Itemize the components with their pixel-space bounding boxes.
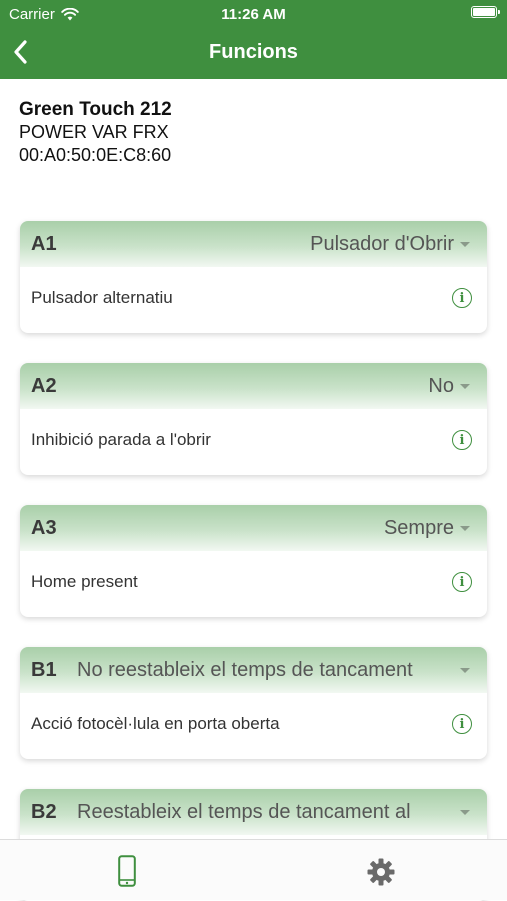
function-selector-a2[interactable]: A2 No (20, 363, 487, 409)
function-selector-b2[interactable]: B2 Reestableix el temps de tancament al (20, 789, 487, 835)
function-selector-b1[interactable]: B1 No reestableix el temps de tancament (20, 647, 487, 693)
smartphone-icon (118, 855, 136, 887)
function-value: Reestableix el temps de tancament al (77, 800, 411, 823)
function-body: Home present i (20, 561, 487, 603)
dropdown-caret-icon (460, 383, 470, 389)
battery-icon (471, 6, 500, 18)
tab-bar (0, 839, 507, 900)
function-body: Acció fotocèl·lula en porta oberta i (20, 703, 487, 745)
dropdown-caret-icon (460, 809, 470, 815)
function-code: A3 (31, 516, 57, 539)
function-value: Pulsador d'Obrir (310, 232, 454, 255)
function-code: B1 (31, 658, 57, 681)
function-card-a1: A1 Pulsador d'Obrir Pulsador alternatiu … (20, 221, 487, 333)
function-value: No (428, 374, 454, 397)
function-description: Acció fotocèl·lula en porta oberta (31, 714, 280, 733)
function-selector-a1[interactable]: A1 Pulsador d'Obrir (20, 221, 487, 267)
function-body: Inhibició parada a l'obrir i (20, 419, 487, 461)
navigation-bar: Funcions (0, 30, 507, 74)
function-card-b1: B1 No reestableix el temps de tancament … (20, 647, 487, 759)
info-icon[interactable]: i (452, 714, 472, 734)
device-name: Green Touch 212 (19, 99, 172, 120)
function-card-a2: A2 No Inhibició parada a l'obrir i (20, 363, 487, 475)
status-bar: Carrier 11:26 AM (0, 0, 507, 28)
info-icon[interactable]: i (452, 430, 472, 450)
info-icon[interactable]: i (452, 572, 472, 592)
function-description: Home present (31, 572, 138, 591)
function-code: A2 (31, 374, 57, 397)
function-description: Pulsador alternatiu (31, 288, 173, 307)
function-card-a3: A3 Sempre Home present i (20, 505, 487, 617)
info-icon[interactable]: i (452, 288, 472, 308)
tab-settings[interactable] (253, 840, 506, 901)
page-title: Funcions (209, 41, 298, 63)
tab-device[interactable] (0, 840, 253, 901)
function-code: A1 (31, 232, 57, 255)
dropdown-caret-icon (460, 525, 470, 531)
function-value: No reestableix el temps de tancament (77, 658, 413, 681)
function-description: Inhibició parada a l'obrir (31, 430, 211, 449)
app-header: Carrier 11:26 AM Funcions (0, 0, 507, 79)
function-selector-a3[interactable]: A3 Sempre (20, 505, 487, 551)
function-code: B2 (31, 800, 57, 823)
dropdown-caret-icon (460, 667, 470, 673)
device-model: POWER VAR FRX (19, 122, 169, 142)
device-info: Green Touch 212 POWER VAR FRX 00:A0:50:0… (19, 98, 172, 167)
device-mac-address: 00:A0:50:0E:C8:60 (19, 145, 172, 165)
dropdown-caret-icon (460, 241, 470, 247)
status-time: 11:26 AM (221, 6, 286, 23)
function-value: Sempre (383, 516, 454, 539)
function-body: Pulsador alternatiu i (20, 277, 487, 319)
gear-icon (367, 858, 395, 886)
